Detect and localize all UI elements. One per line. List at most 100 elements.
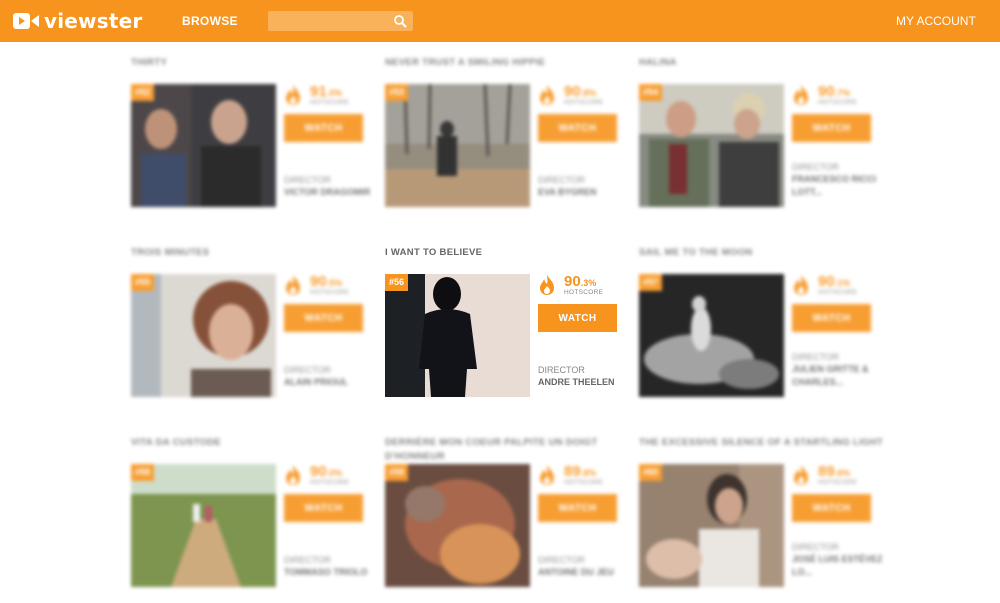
- rank-badge: #58: [131, 464, 155, 481]
- hotscore-label: HOTSCORE: [818, 479, 858, 486]
- director-label: DIRECTOR: [538, 175, 585, 185]
- score-decimal: .0%: [326, 468, 343, 478]
- hotscore-label: HOTSCORE: [310, 289, 350, 296]
- score-value: 90: [818, 83, 835, 100]
- hotscore: 90.0% HOTSCORE: [284, 463, 374, 487]
- film-thumbnail[interactable]: #54: [639, 84, 784, 207]
- hotscore: 90.3% HOTSCORE: [538, 273, 628, 297]
- watch-button[interactable]: WATCH: [284, 494, 363, 522]
- director-name: ANTOINE DU JEU: [538, 567, 614, 577]
- director-name: JOSÉ LUIS ESTÉVEZ LO...: [792, 554, 883, 577]
- film-title[interactable]: DERRIÈRE MON COEUR PALPITE UN DOIGT D'HO…: [385, 436, 635, 464]
- rank-badge: #52: [131, 84, 155, 101]
- flame-icon: [540, 85, 554, 105]
- search-box: [268, 11, 413, 31]
- film-thumbnail[interactable]: #55: [131, 274, 276, 397]
- watch-button[interactable]: WATCH: [792, 114, 871, 142]
- hotscore-label: HOTSCORE: [564, 289, 604, 296]
- score-value: 90: [818, 273, 835, 290]
- score-decimal: .3%: [580, 278, 597, 288]
- hotscore: 89.6% HOTSCORE: [792, 463, 882, 487]
- watch-button[interactable]: WATCH: [538, 494, 617, 522]
- viewster-logo[interactable]: viewster: [12, 8, 142, 34]
- film-title[interactable]: NEVER TRUST A SMILING HIPPIE: [385, 56, 635, 70]
- watch-button[interactable]: WATCH: [284, 304, 363, 332]
- logo-text: viewster: [44, 9, 143, 33]
- hotscore-label: HOTSCORE: [818, 289, 858, 296]
- rank-badge: #54: [639, 84, 663, 101]
- director-name: ANDRE THEELEN: [538, 377, 615, 387]
- watch-button[interactable]: WATCH: [792, 304, 871, 332]
- film-card: SAIL ME TO THE MOON #57 90.1% HOTSCORE W…: [639, 232, 889, 422]
- rank-badge: #55: [131, 274, 155, 291]
- watch-button[interactable]: WATCH: [284, 114, 363, 142]
- score-decimal: .8%: [580, 88, 597, 98]
- hotscore: 90.8% HOTSCORE: [538, 83, 628, 107]
- score-value: 90: [310, 463, 327, 480]
- film-title[interactable]: THIRTY: [131, 56, 381, 70]
- score-decimal: .0%: [326, 88, 343, 98]
- score-decimal: .7%: [834, 88, 851, 98]
- director-label: DIRECTOR: [792, 352, 839, 362]
- score-decimal: .8%: [580, 468, 597, 478]
- film-card: NEVER TRUST A SMILING HIPPIE #53 90.8% H…: [385, 42, 635, 232]
- film-thumbnail[interactable]: #53: [385, 84, 530, 207]
- film-card: THIRTY #52 91.0% HOTSCORE WATCH DIRECTOR…: [131, 42, 381, 232]
- film-card-focused: I WANT TO BELIEVE #56 90.3% HOTSCORE WAT…: [385, 232, 635, 422]
- flame-icon: [794, 85, 808, 105]
- score-value: 89: [818, 463, 835, 480]
- hotscore: 90.1% HOTSCORE: [792, 273, 882, 297]
- director-label: DIRECTOR: [284, 175, 331, 185]
- score-value: 90: [310, 273, 327, 290]
- rank-badge: #56: [385, 274, 409, 291]
- top-nav-bar: viewster BROWSE MY ACCOUNT: [0, 0, 1000, 42]
- director-label: DIRECTOR: [538, 555, 585, 565]
- flame-icon: [286, 465, 300, 485]
- film-title[interactable]: SAIL ME TO THE MOON: [639, 246, 889, 260]
- director-name: ALAIN PRIOUL: [284, 377, 348, 387]
- film-thumbnail[interactable]: #56: [385, 274, 530, 397]
- browse-link[interactable]: BROWSE: [182, 14, 238, 28]
- score-value: 90: [564, 273, 581, 290]
- hotscore-label: HOTSCORE: [310, 99, 350, 106]
- hotscore: 90.7% HOTSCORE: [792, 83, 882, 107]
- film-thumbnail[interactable]: #60: [639, 464, 784, 587]
- director-name: EVA BYGREN: [538, 187, 597, 197]
- hotscore-label: HOTSCORE: [818, 99, 858, 106]
- director-label: DIRECTOR: [538, 365, 585, 375]
- score-value: 90: [564, 83, 581, 100]
- my-account-link[interactable]: MY ACCOUNT: [896, 14, 976, 28]
- director-name: VICTOR DRAGOMIR: [284, 187, 371, 197]
- film-title[interactable]: TROIS MINUTES: [131, 246, 381, 260]
- rank-badge: #60: [639, 464, 663, 481]
- film-title[interactable]: I WANT TO BELIEVE: [385, 246, 635, 260]
- film-card: THE EXCESSIVE SILENCE OF A STARTLING LIG…: [639, 422, 889, 603]
- search-input[interactable]: [268, 11, 388, 31]
- director-label: DIRECTOR: [284, 365, 331, 375]
- film-card: VITA DA CUSTODE #58 90.0% HOTSCORE WATCH…: [131, 422, 381, 603]
- play-camera-icon: [12, 11, 40, 31]
- hotscore-label: HOTSCORE: [564, 479, 604, 486]
- rank-badge: #57: [639, 274, 663, 291]
- director-label: DIRECTOR: [284, 555, 331, 565]
- film-thumbnail[interactable]: #52: [131, 84, 276, 207]
- hotscore: 90.5% HOTSCORE: [284, 273, 374, 297]
- film-thumbnail[interactable]: #57: [639, 274, 784, 397]
- film-title[interactable]: VITA DA CUSTODE: [131, 436, 381, 450]
- film-title[interactable]: THE EXCESSIVE SILENCE OF A STARTLING LIG…: [639, 436, 889, 450]
- director-name: FRANCESCO RICCI LOTT...: [792, 174, 877, 197]
- search-icon[interactable]: [393, 14, 407, 28]
- watch-button[interactable]: WATCH: [792, 494, 871, 522]
- hotscore-label: HOTSCORE: [564, 99, 604, 106]
- film-thumbnail[interactable]: #59: [385, 464, 530, 587]
- film-thumbnail[interactable]: #58: [131, 464, 276, 587]
- director-name: TOMMASO TRIOLO: [284, 567, 368, 577]
- score-value: 89: [564, 463, 581, 480]
- rank-badge: #59: [385, 464, 409, 481]
- flame-icon: [794, 465, 808, 485]
- film-title[interactable]: HALINA: [639, 56, 889, 70]
- director-label: DIRECTOR: [792, 162, 839, 172]
- watch-button[interactable]: WATCH: [538, 114, 617, 142]
- watch-button[interactable]: WATCH: [538, 304, 617, 332]
- director-label: DIRECTOR: [792, 542, 839, 552]
